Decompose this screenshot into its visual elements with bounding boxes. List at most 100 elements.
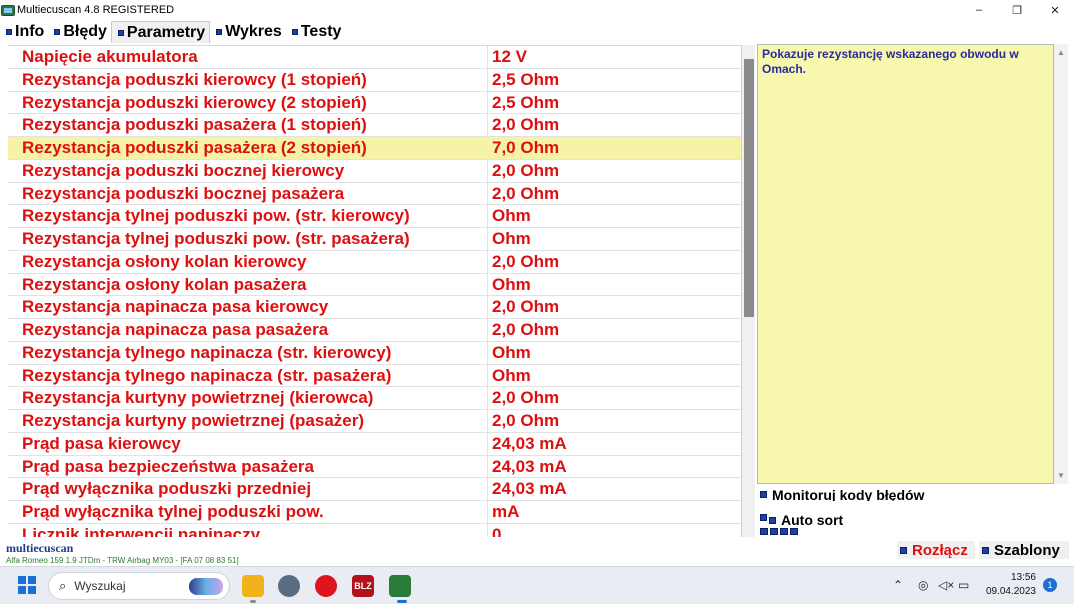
parameter-name: Rezystancja napinacza pasa pasażera <box>22 320 329 339</box>
tab-label: Parametry <box>126 23 206 41</box>
parameter-name: Rezystancja poduszki pasażera (1 stopień… <box>22 115 367 135</box>
windows-start-icon[interactable] <box>18 576 36 594</box>
parameter-value: Ohm <box>492 365 531 385</box>
templates-label: Szablony <box>994 542 1060 559</box>
parameter-name: Rezystancja poduszki kierowcy (1 stopień… <box>22 69 367 89</box>
monitor-errors-label: Monitoruj kody błędów <box>772 487 925 501</box>
parameter-name: Rezystancja tylnej poduszki pow. (str. k… <box>22 206 410 226</box>
speaker-muted-icon[interactable]: ◁× <box>938 578 954 592</box>
parameter-row[interactable]: Rezystancja poduszki bocznej kierowcy 2,0… <box>8 160 741 183</box>
chevron-up-icon[interactable]: ⌃ <box>893 578 903 592</box>
tab-info[interactable]: Info <box>0 21 48 43</box>
opera-browser-icon[interactable] <box>315 575 337 597</box>
parameter-name: Rezystancja poduszki kierowcy (2 stopień… <box>22 92 367 112</box>
button-marker-icon <box>982 547 989 554</box>
parameter-row[interactable]: Prąd wyłącznika tylnej poduszki pow. mA <box>8 501 741 524</box>
globe-icon[interactable]: ◎ <box>918 578 928 592</box>
close-button[interactable]: ✕ <box>1036 0 1074 20</box>
mini-button-icon[interactable] <box>760 528 768 535</box>
tab-label: Wykres <box>225 23 282 40</box>
description-scrollbar[interactable]: ▲ ▼ <box>1054 44 1068 484</box>
parameter-name: Rezystancja osłony kolan pasażera <box>22 274 307 294</box>
parameter-name: Napięcie akumulatora <box>22 47 198 66</box>
parameter-name: Prąd pasa bezpieczeństwa pasażera <box>22 456 314 476</box>
blizzard-icon[interactable]: BLZ <box>352 575 374 597</box>
parameter-value: Ohm <box>492 229 531 248</box>
battery-icon[interactable]: ▭ <box>958 578 969 592</box>
auto-sort-checkbox[interactable]: Auto sort <box>760 512 866 525</box>
parameter-value: 2,5 Ohm <box>492 69 560 89</box>
parameter-row[interactable]: Rezystancja poduszki pasażera (2 stopień… <box>8 137 741 160</box>
grid-scrollbar[interactable] <box>741 45 755 537</box>
window-title: Multiecuscan 4.8 REGISTERED <box>17 4 175 16</box>
templates-button[interactable]: Szablony <box>979 541 1069 559</box>
tab-wykres[interactable]: Wykres <box>210 21 286 43</box>
parameter-name: Licznik interwencji napinaczy <box>22 524 261 537</box>
parameter-value: 2,0 Ohm <box>492 251 560 271</box>
parameter-row[interactable]: Rezystancja tylnej poduszki pow. (str. p… <box>8 228 741 251</box>
multiecuscan-taskbar-icon[interactable] <box>389 575 411 597</box>
clock[interactable]: 13:56 09.04.2023 <box>986 571 1036 599</box>
settings-icon[interactable] <box>278 575 300 597</box>
taskbar-search[interactable]: ⌕ Wyszukaj <box>48 572 230 600</box>
window-controls: – ❐ ✕ <box>960 0 1074 20</box>
scroll-down-icon[interactable]: ▼ <box>1057 471 1065 480</box>
disconnect-label: Rozłącz <box>912 542 968 559</box>
parameter-row[interactable]: Napięcie akumulatora 12 V <box>8 46 741 69</box>
parameter-value: 2,0 Ohm <box>492 297 560 317</box>
tab-testy[interactable]: Testy <box>286 21 346 43</box>
parameter-row[interactable]: Rezystancja osłony kolan kierowcy 2,0 Ohm <box>8 251 741 274</box>
tab-label: Błędy <box>63 23 107 40</box>
parameter-name: Rezystancja poduszki bocznej kierowcy <box>22 160 345 180</box>
parameter-row[interactable]: Rezystancja poduszki kierowcy (1 stopień… <box>8 69 741 92</box>
parameter-row[interactable]: Rezystancja kurtyny powietrznej (pasażer… <box>8 410 741 433</box>
tab-marker-icon <box>54 29 61 35</box>
scroll-up-icon[interactable]: ▲ <box>1057 48 1065 57</box>
maximize-button[interactable]: ❐ <box>998 0 1036 20</box>
clock-date: 09.04.2023 <box>985 586 1036 597</box>
parameter-row[interactable]: Prąd pasa kierowcy 24,03 mA <box>8 433 741 456</box>
parameter-row[interactable]: Prąd pasa bezpieczeństwa pasażera 24,03 m… <box>8 456 741 479</box>
parameter-row[interactable]: Rezystancja poduszki bocznej pasażera 2,0… <box>8 183 741 206</box>
parameter-name: Rezystancja kurtyny powietrznej (pasażer… <box>22 411 365 430</box>
search-placeholder: Wyszukaj <box>74 579 126 593</box>
parameter-name: Rezystancja osłony kolan kierowcy <box>22 251 307 271</box>
taskbar: ⌕ Wyszukaj BLZ ⌃ ◎ ◁× ▭ 13:56 09.04.2023… <box>0 566 1074 604</box>
tab-parametry[interactable]: Parametry <box>110 21 211 43</box>
app-root: Multiecuscan 4.8 REGISTERED – ❐ ✕ Info B… <box>0 0 1074 604</box>
parameter-value: 12 V <box>492 47 527 66</box>
parameter-row[interactable]: Rezystancja napinacza pasa kierowcy 2,0 O… <box>8 296 741 319</box>
parameter-row[interactable]: Rezystancja tylnego napinacza (str. kier… <box>8 342 741 365</box>
parameter-name: Prąd pasa kierowcy <box>22 433 181 453</box>
parameter-row[interactable]: Licznik interwencji napinaczy 0 <box>8 524 741 537</box>
parameter-row[interactable]: Prąd wyłącznika poduszki przedniej 24,03 … <box>8 478 741 501</box>
brand-logo: multiecuscan <box>6 541 74 555</box>
parameter-name: Rezystancja poduszki pasażera (2 stopień… <box>22 138 367 157</box>
mini-button-icon[interactable] <box>790 528 798 535</box>
disconnect-button[interactable]: Rozłącz <box>897 541 975 559</box>
parameter-row[interactable]: Rezystancja tylnej poduszki pow. (str. k… <box>8 205 741 228</box>
parameter-name: Rezystancja napinacza pasa kierowcy <box>22 297 329 317</box>
file-explorer-icon[interactable] <box>242 575 264 597</box>
clock-time: 13:56 <box>1010 572 1036 583</box>
monitor-errors-checkbox[interactable]: Monitoruj kody błędów <box>760 487 948 501</box>
description-text: Pokazuje rezystancję wskazanego obwodu w… <box>762 47 1019 76</box>
parameter-name: Rezystancja kurtyny powietrznej (kierowc… <box>22 388 374 408</box>
button-marker-icon <box>900 547 907 554</box>
parameter-row[interactable]: Rezystancja poduszki pasażera (1 stopień… <box>8 114 741 137</box>
tab-bledy[interactable]: Błędy <box>48 21 111 43</box>
parameter-row[interactable]: Rezystancja tylnego napinacza (str. pasa… <box>8 365 741 388</box>
mini-button-icon[interactable] <box>780 528 788 535</box>
parameter-row[interactable]: Rezystancja kurtyny powietrznej (kierowc… <box>8 387 741 410</box>
minimize-button[interactable]: – <box>960 0 998 20</box>
parameter-row[interactable]: Rezystancja osłony kolan pasażera Ohm <box>8 274 741 297</box>
toolbar-mini-buttons <box>760 528 798 535</box>
parameter-row[interactable]: Rezystancja poduszki kierowcy (2 stopień… <box>8 92 741 115</box>
parameter-row[interactable]: Rezystancja napinacza pasa pasażera 2,0 O… <box>8 319 741 342</box>
notification-badge[interactable]: 1 <box>1043 578 1057 592</box>
search-icon: ⌕ <box>59 578 67 593</box>
parameter-name: Rezystancja tylnego napinacza (str. pasa… <box>22 365 392 385</box>
parameter-name: Rezystancja poduszki bocznej pasażera <box>22 183 345 203</box>
scrollbar-thumb[interactable] <box>744 59 754 317</box>
mini-button-icon[interactable] <box>770 528 778 535</box>
